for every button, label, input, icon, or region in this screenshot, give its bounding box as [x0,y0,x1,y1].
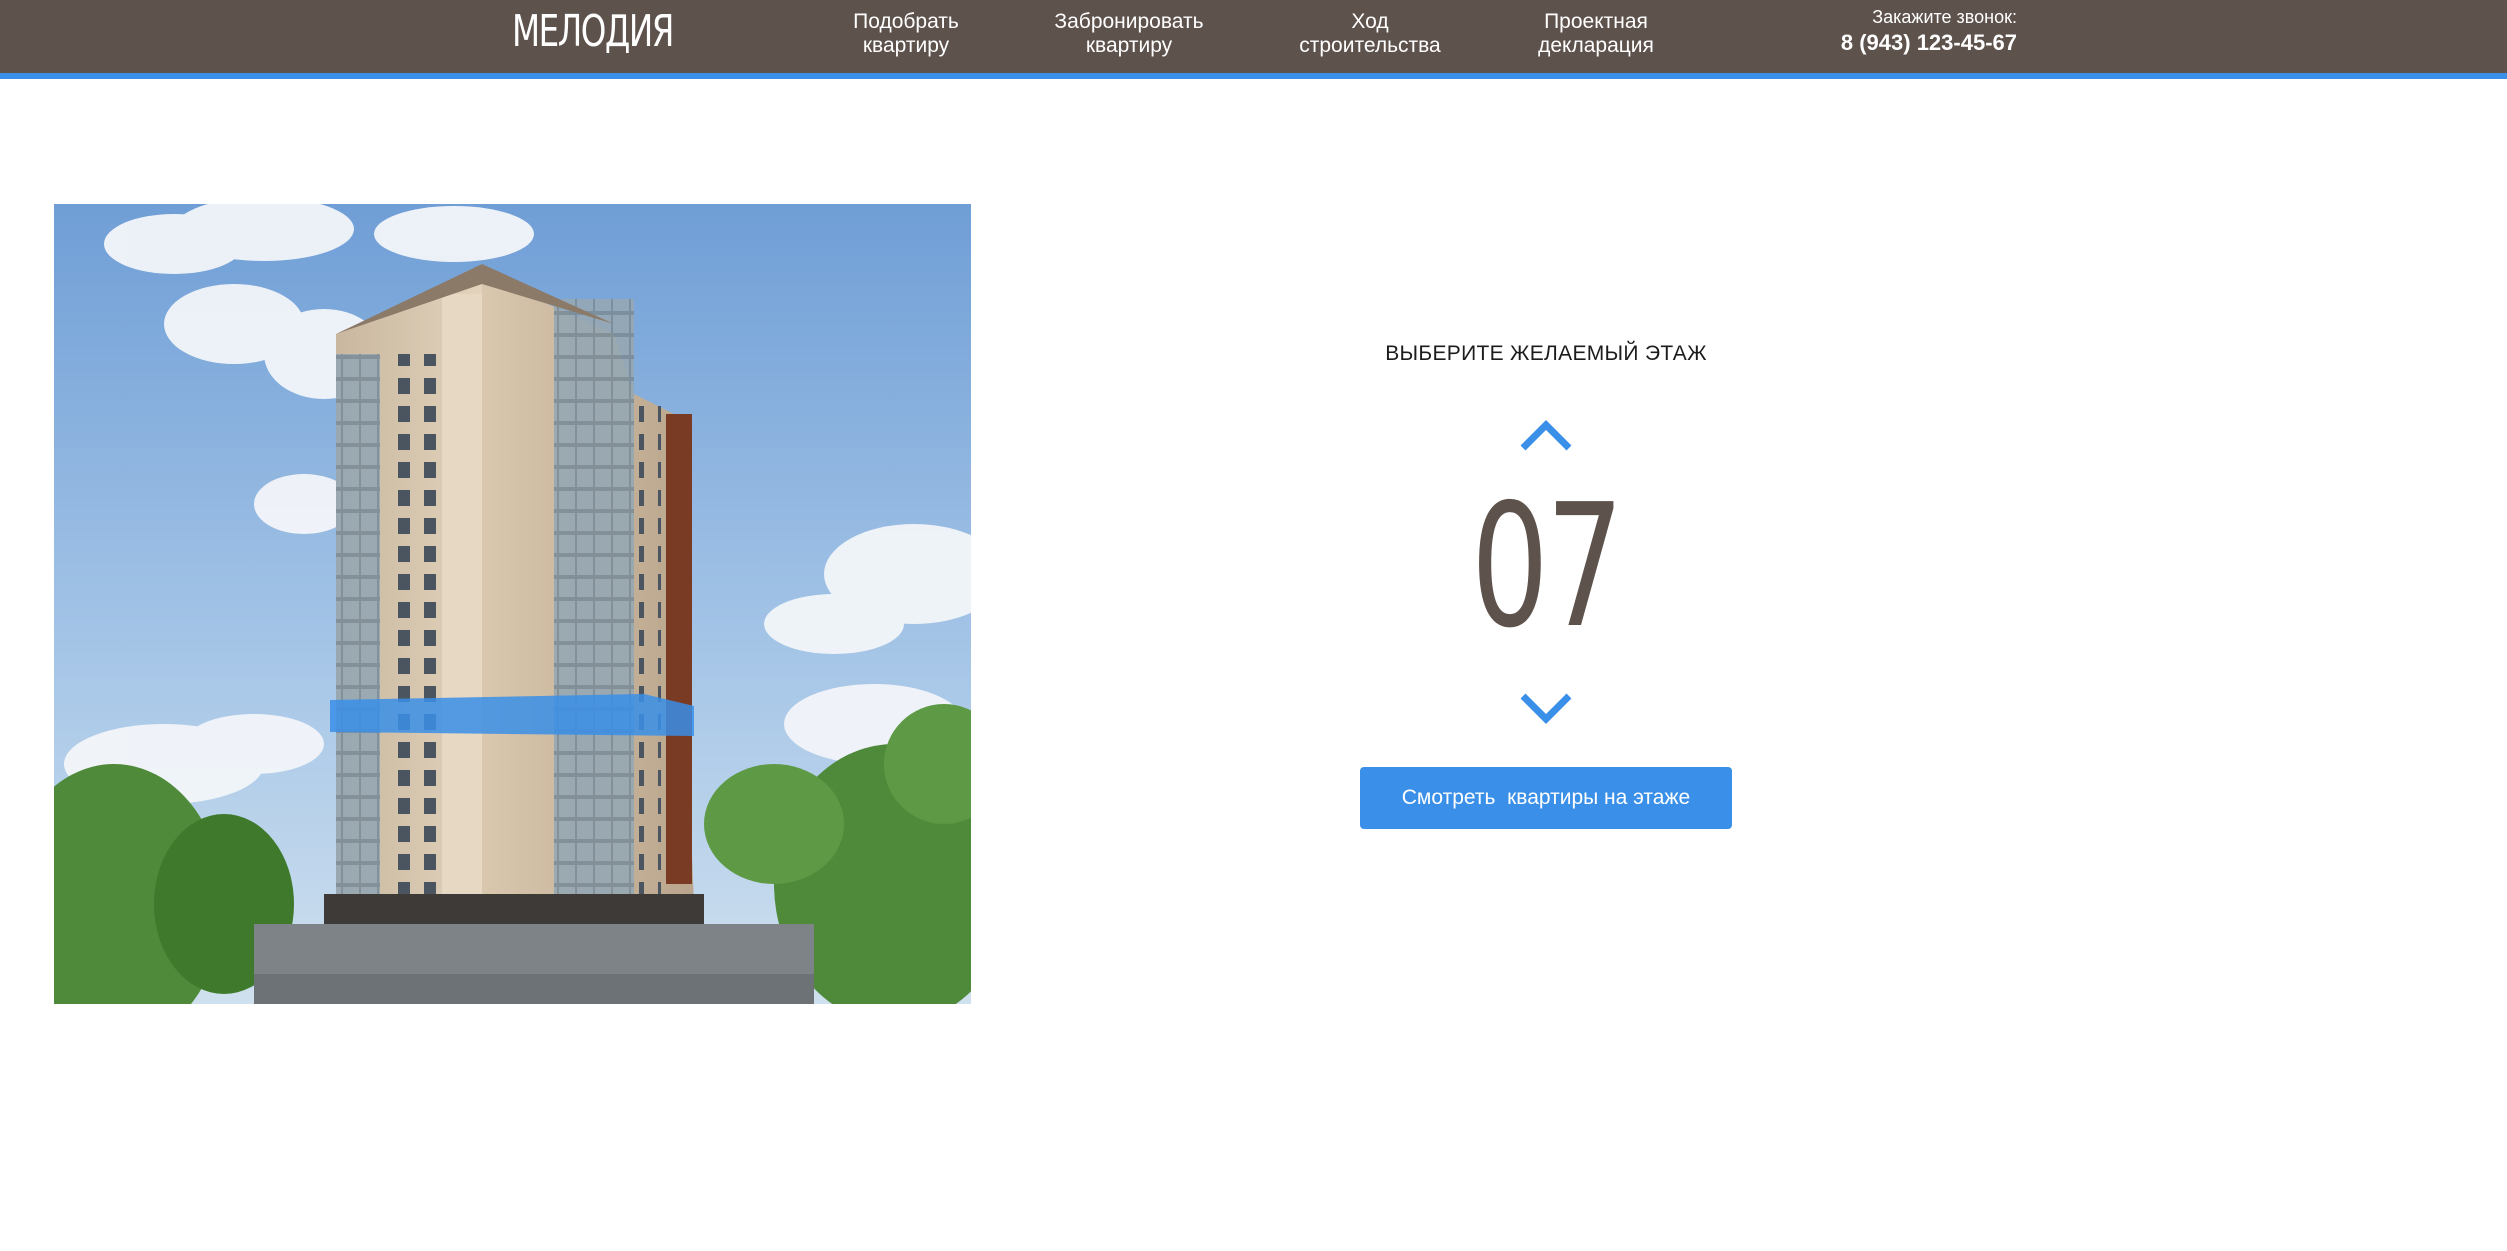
floor-down-button[interactable] [1519,692,1573,726]
chevron-down-icon [1520,693,1572,724]
view-floor-apartments-button[interactable]: Смотреть квартиры на этаже [1360,767,1732,829]
phone-number[interactable]: 8 (943) 123-45-67 [1841,28,2017,58]
nav-label-line2: декларация [1538,34,1654,57]
nav-label-line2: строительства [1299,34,1441,57]
floor-up-button[interactable] [1519,418,1573,452]
nav-label-line1: Забронировать [1054,10,1204,33]
building-image[interactable] [54,204,971,1004]
nav-label-line2: квартиру [1085,34,1173,57]
nav-label-line1: Проектная [1544,10,1648,33]
floor-highlight [330,694,694,736]
chevron-up-icon [1520,420,1572,451]
site-logo[interactable]: МЕЛОДИЯ [512,2,674,62]
callback-block: Закажите звонок: 8 (943) 123-45-67 [1841,6,2017,58]
site-header: МЕЛОДИЯ Подобрать квартиру Забронировать… [0,0,2507,79]
callback-label[interactable]: Закажите звонок: [1841,6,2017,28]
nav-label-line1: Подобрать [853,10,959,33]
nav-label-line1: Ход [1351,10,1389,33]
nav-label-line2: квартиру [862,34,950,57]
floor-picker-title-text: ВЫБЕРИТЕ ЖЕЛАЕМЫЙ ЭТАЖ [1385,342,1707,365]
floor-number-value: 07 [1471,468,1624,666]
